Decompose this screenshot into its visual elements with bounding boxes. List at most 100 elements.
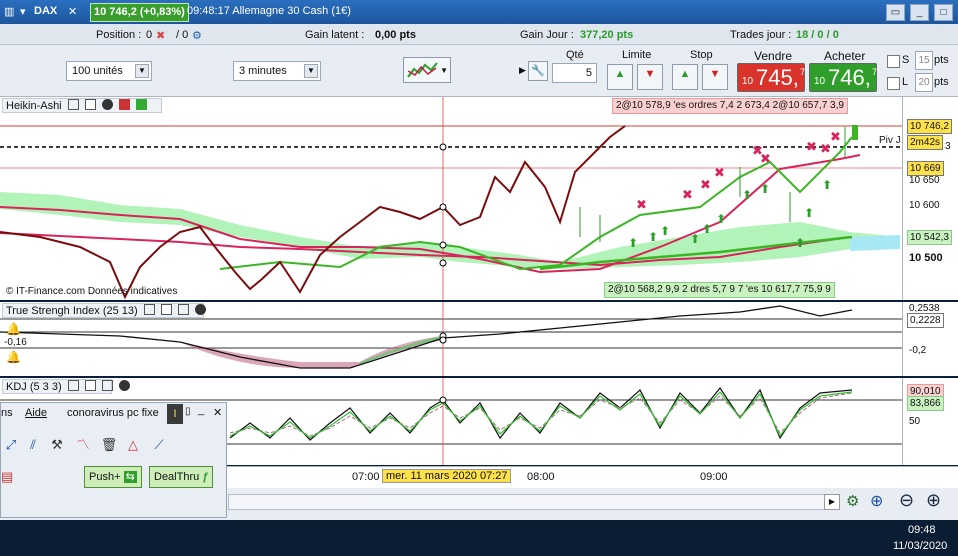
l-label: L: [902, 76, 909, 88]
s-checkbox[interactable]: [887, 55, 900, 68]
svg-text:⬆: ⬆: [660, 224, 670, 238]
zoom-out-icon[interactable]: ⊖: [899, 490, 914, 511]
minimize-icon[interactable]: _: [198, 404, 204, 416]
trash-icon[interactable]: 🗑: [99, 435, 119, 455]
alert-bell-icon[interactable]: 🔔: [6, 350, 21, 364]
window-icon[interactable]: [160, 304, 172, 315]
up-icon[interactable]: [135, 99, 147, 110]
wrench-icon[interactable]: [67, 99, 79, 110]
sell-button[interactable]: 10 745, 7: [737, 63, 805, 92]
draw-parallel-icon[interactable]: ⫽: [23, 435, 43, 455]
restore-button[interactable]: ▭: [886, 4, 905, 21]
tab-coronavirus[interactable]: conoravirus pc fixe: [67, 407, 159, 419]
tab-aide[interactable]: Aide: [25, 407, 47, 419]
alert-bell-icon[interactable]: [177, 304, 189, 315]
scroll-right-icon[interactable]: ▶: [824, 494, 840, 510]
stop-sell-button[interactable]: ▼: [702, 64, 728, 90]
l-value-input[interactable]: 20: [915, 73, 933, 92]
chart-type-button[interactable]: ▼: [403, 57, 451, 83]
alert-bell-icon[interactable]: [101, 380, 113, 391]
tsi-value-tag: 0,2228: [907, 313, 944, 328]
svg-text:✖: ✖: [700, 178, 711, 193]
title-bar: ▥ ▾ DAX ✕ 10 746,2 (+0,83%) 09:48:17 All…: [0, 0, 958, 24]
axis-10600: 10 600: [909, 200, 940, 211]
cursor-time-label: mer. 11 mars 2020 07:27: [382, 469, 512, 483]
limit-buy-button[interactable]: ▲: [607, 64, 633, 90]
order-ticket-icon[interactable]: ▤: [1, 469, 13, 485]
maximize-button[interactable]: □: [934, 4, 953, 21]
svg-text:⬆: ⬆: [742, 188, 752, 202]
close-icon[interactable]: ✕: [213, 406, 222, 419]
period-select[interactable]: 3 minutes ▼: [233, 61, 321, 81]
zoom-fit-icon[interactable]: ⊕: [870, 491, 883, 511]
taskbar-time: 09:48: [908, 524, 936, 536]
wrench-icon[interactable]: [143, 304, 155, 315]
kdj-axis-50: 50: [909, 416, 921, 427]
close-icon[interactable]: [194, 304, 206, 315]
close-position-icon[interactable]: ✖: [156, 29, 165, 42]
tools-icon[interactable]: ⚒: [47, 435, 67, 455]
l-unit: pts: [934, 76, 949, 88]
svg-text:⬆: ⬆: [702, 222, 712, 236]
period-value: 3 minutes: [239, 65, 287, 77]
kdj-panel-header: KDJ (5 3 3): [2, 379, 130, 394]
tab-ns[interactable]: ns: [1, 407, 13, 419]
qty-label: Qté: [566, 49, 584, 61]
dock-icon[interactable]: ▯: [185, 406, 191, 417]
price-chart-panel[interactable]: ✖ ✖ ✖ ✖ ✖ ✖ ✖ ✖ ✖ ⬆ ⬆ ⬆ ⬆ ⬆ ⬆ ⬆ ⬆ ⬆ ⬆ ⬆ Heikin-Ashi 2…: [0, 97, 902, 300]
add-icon[interactable]: [118, 99, 130, 110]
s-value-input[interactable]: 15: [915, 51, 933, 70]
push-plus-button[interactable]: Push+ ⇆: [84, 466, 142, 488]
wrench-button[interactable]: 🔧: [528, 61, 548, 81]
info-icon[interactable]: I: [167, 404, 183, 424]
svg-text:⬆: ⬆: [690, 232, 700, 246]
tsi-panel[interactable]: True Strengh Index (25 13) 🔔 -0,16 🔔: [0, 302, 902, 376]
stop-down-icon: ▼: [709, 68, 721, 80]
qty-input[interactable]: 5: [552, 63, 597, 83]
last-price-tag: 10 746,2: [907, 119, 952, 134]
s-label: S: [902, 54, 910, 66]
horizontal-scrollbar[interactable]: [228, 494, 840, 510]
price-axis[interactable]: 10 746,2 2m42s 3 10 669 10 650 10 600 10…: [902, 97, 958, 300]
tsi-axis[interactable]: 0,2538 0,2228 -0,2: [902, 302, 958, 376]
close-icon[interactable]: [101, 99, 113, 110]
l-checkbox[interactable]: [887, 77, 900, 90]
draw-triangle-icon[interactable]: △: [123, 435, 143, 455]
settings-gear-icon[interactable]: ⚙: [192, 29, 202, 42]
wrench-icon[interactable]: [67, 380, 79, 391]
latent-value: 0,00 pts: [375, 29, 416, 41]
push-icon: ⇆: [123, 471, 137, 483]
draw-wave-icon[interactable]: 〽: [73, 435, 93, 455]
limit-sell-button[interactable]: ▼: [637, 64, 663, 90]
chevron-down-icon[interactable]: ▼: [135, 64, 149, 78]
dropdown-icon[interactable]: ▾: [20, 5, 26, 18]
status-row: Position : 0 ✖ / 0 ⚙ Gain latent : 0,00 …: [0, 24, 958, 45]
chevron-down-icon[interactable]: ▼: [440, 66, 448, 75]
close-icon[interactable]: [118, 380, 130, 391]
trades-label: Trades jour :: [730, 29, 792, 41]
sell-label: Vendre: [754, 49, 793, 63]
buy-button[interactable]: 10 746, 7: [809, 63, 877, 92]
draw-line-icon[interactable]: ⤢: [1, 435, 21, 455]
price-chart[interactable]: ✖✖✖ ✖✖✖ ✖ ✖✖ ⬆ ⬆ ⬆ ⬆⬆⬆ ⬆ ⬆⬆ ⬆⬆: [0, 97, 902, 300]
units-select[interactable]: 100 unités ▼: [66, 61, 152, 81]
draw-ray-icon[interactable]: ⟋: [149, 435, 169, 455]
minimize-button[interactable]: _: [910, 4, 929, 21]
collapse-arrow-icon[interactable]: ▶: [519, 65, 526, 76]
app-grid-icon[interactable]: ▥: [4, 5, 14, 18]
window-title: 09:48:17 Allemagne 30 Cash (1€): [187, 5, 351, 17]
kdj-k-tag: 83,866: [907, 396, 944, 411]
chevron-down-icon[interactable]: ▼: [304, 64, 318, 78]
last-candle: [852, 125, 858, 140]
close-icon[interactable]: ✕: [68, 5, 77, 18]
window-icon[interactable]: [84, 99, 96, 110]
zoom-in-icon[interactable]: ⊕: [926, 490, 941, 511]
trades-value: 18 / 0 / 0: [796, 29, 839, 41]
kdj-axis[interactable]: 90,010 83,866 50: [902, 378, 958, 465]
chart-settings-icon[interactable]: ⚙: [846, 492, 859, 510]
dealthru-button[interactable]: DealThru ƒ: [149, 466, 214, 488]
window-icon[interactable]: [84, 380, 96, 391]
buy-sup: 7: [872, 67, 878, 77]
alert-bell-icon[interactable]: 🔔: [6, 322, 21, 336]
stop-buy-button[interactable]: ▲: [672, 64, 698, 90]
